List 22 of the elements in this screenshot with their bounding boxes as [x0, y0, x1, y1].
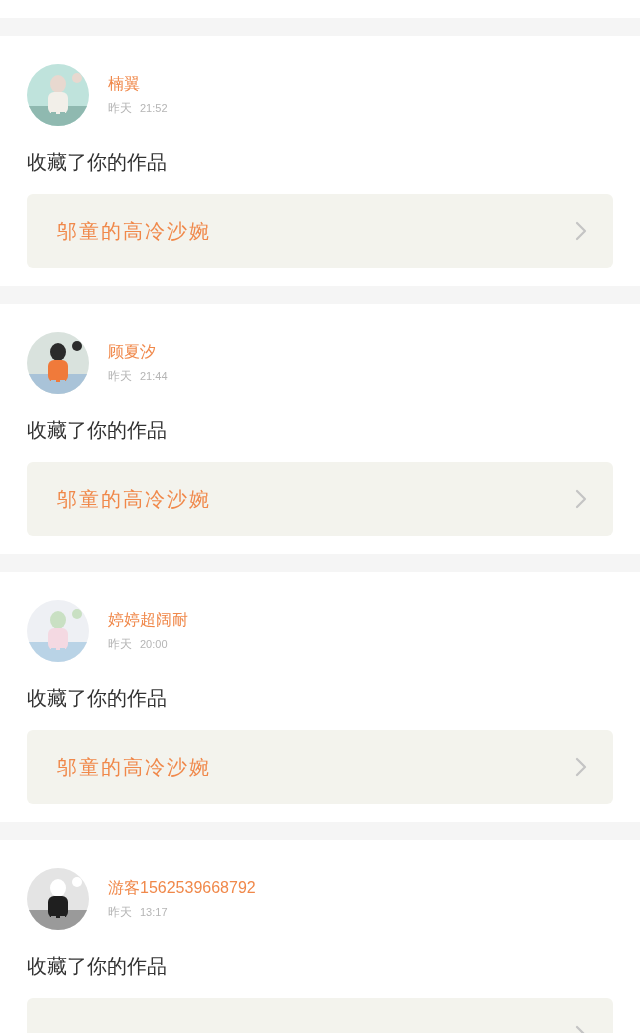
- date-label: 昨天: [108, 100, 132, 116]
- user-name[interactable]: 婷婷超阔耐: [108, 610, 188, 630]
- action-text: 收藏了你的作品: [27, 954, 168, 979]
- time-label: 13:17: [140, 905, 168, 920]
- time-label: 21:44: [140, 369, 168, 384]
- user-name[interactable]: 游客1562539668792: [108, 878, 256, 898]
- work-link[interactable]: 邬童的高冷沙婉: [27, 194, 613, 268]
- work-link[interactable]: 邬童的高冷沙婉: [27, 462, 613, 536]
- action-text: 收藏了你的作品: [27, 418, 168, 443]
- date-label: 昨天: [108, 368, 132, 384]
- user-name[interactable]: 顾夏汐: [108, 342, 168, 362]
- work-link[interactable]: 邬童的高冷沙婉: [27, 730, 613, 804]
- chevron-right-icon: [575, 489, 587, 509]
- date-label: 昨天: [108, 636, 132, 652]
- chevron-right-icon: [575, 221, 587, 241]
- time-label: 21:52: [140, 101, 168, 116]
- user-name[interactable]: 楠翼: [108, 74, 168, 94]
- date-label: 昨天: [108, 904, 132, 920]
- action-text: 收藏了你的作品: [27, 686, 168, 711]
- time-label: 20:00: [140, 637, 168, 652]
- action-text: 收藏了你的作品: [27, 150, 168, 175]
- chevron-right-icon: [575, 757, 587, 777]
